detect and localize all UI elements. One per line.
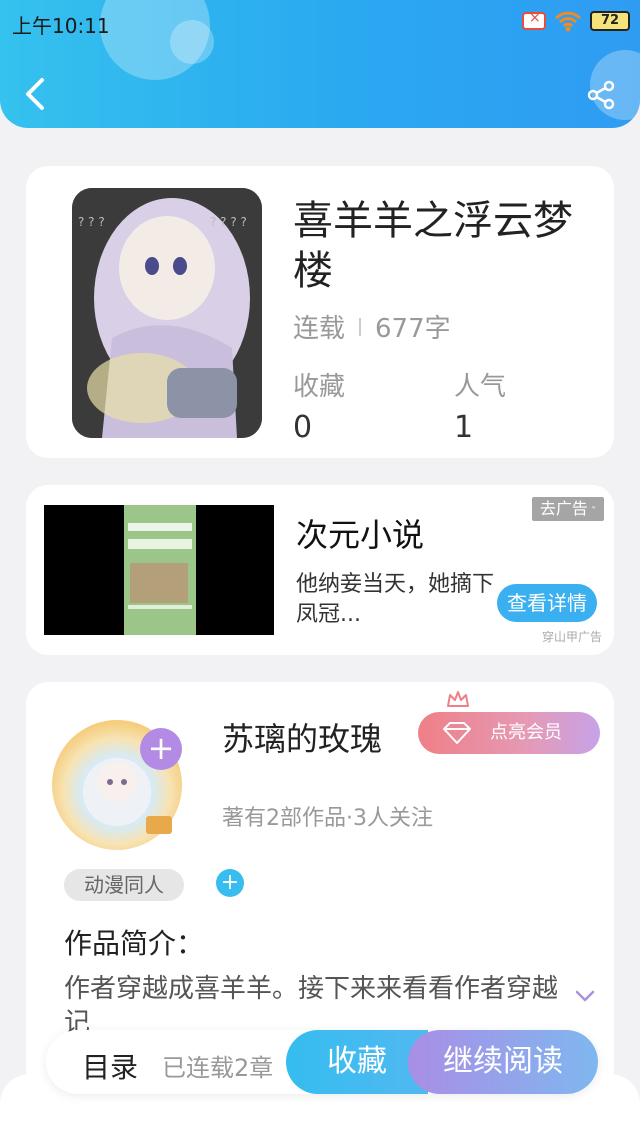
ad-description: 他纳妾当天，她摘下凤冠... [296, 572, 495, 627]
intro-title: 作品简介： [64, 927, 205, 960]
ad-screenshot [44, 505, 274, 635]
sim-icon [522, 10, 546, 30]
vip-button[interactable]: 点亮会员 [418, 712, 600, 754]
stat-favorites-value: 0 [293, 410, 313, 445]
stat-popularity-label: 人气 [454, 372, 507, 402]
add-tag-icon[interactable]: + [216, 869, 244, 897]
tag-chip[interactable]: 动漫同人 [64, 869, 184, 901]
ad-title: 次元小说 [296, 516, 425, 554]
wifi-icon [555, 11, 581, 32]
book-title: 喜羊羊之浮云梦楼 [293, 198, 573, 294]
battery-indicator: 72 [590, 11, 630, 31]
book-meta: 连载 677字 [293, 308, 451, 345]
favorite-button[interactable]: 收藏 [286, 1030, 428, 1094]
svg-text:? ? ?: ? ? ? [78, 215, 105, 229]
cover-illustration: ? ? ? ? ? ? ? [72, 188, 262, 438]
divider [359, 317, 362, 336]
author-name[interactable]: 苏璃的玫瑰 [222, 714, 382, 760]
chevron-down-icon: ˅ [587, 506, 597, 517]
ad-details-button[interactable]: 查看详情 [497, 584, 597, 622]
ad-source: 穿山甲广告 [542, 630, 603, 644]
svg-text:? ? ? ?: ? ? ? ? [210, 215, 247, 229]
book-cover-image[interactable]: ? ? ? ? ? ? ? [72, 188, 262, 438]
book-word-count: 677字 [375, 314, 451, 344]
vip-label: 点亮会员 [490, 722, 562, 743]
chapters-count: 已连载2章 [162, 1054, 274, 1082]
diamond-icon [443, 722, 471, 744]
share-icon[interactable] [586, 80, 616, 110]
stat-favorites-label: 收藏 [293, 372, 346, 402]
book-status: 连载 [293, 314, 346, 344]
status-time: 上午10:11 [12, 14, 110, 38]
chevron-down-icon[interactable] [574, 988, 596, 1004]
continue-reading-button[interactable]: 继续阅读 [408, 1030, 598, 1094]
follow-plus-icon[interactable]: + [140, 728, 182, 770]
remove-ad-button[interactable]: 去广告 ˅ [532, 497, 604, 521]
intro-text: 作者穿越成喜羊羊。接下来来看看作者穿越记 [64, 974, 559, 1032]
decor-bubble [170, 20, 214, 64]
author-stats: 著有2部作品·3人关注 [222, 806, 433, 831]
ad-image[interactable] [44, 505, 274, 635]
header-bar: 上午10:11 72 [0, 0, 640, 128]
crown-icon [447, 691, 469, 707]
table-of-contents-button[interactable]: 目录 [82, 1046, 138, 1086]
stat-popularity-value: 1 [454, 410, 474, 445]
remove-ad-label: 去广告 [539, 499, 588, 518]
back-arrow-icon[interactable] [20, 74, 50, 114]
status-icons: 72 [522, 10, 630, 32]
